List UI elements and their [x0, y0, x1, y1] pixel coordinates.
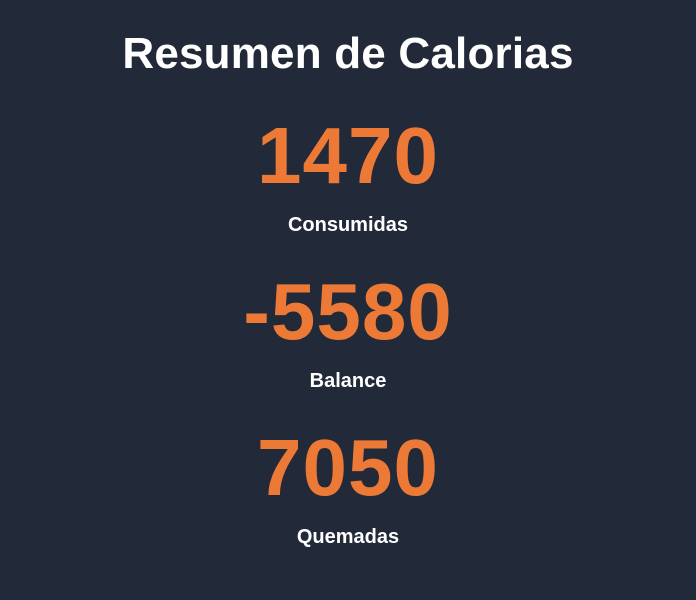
metric-burned: 7050 Quemadas	[257, 422, 439, 578]
balance-value: -5580	[243, 267, 453, 356]
balance-label: Balance	[309, 370, 387, 392]
metric-consumed: 1470 Consumidas	[257, 110, 439, 266]
consumed-label: Consumidas	[287, 214, 408, 236]
page-title: Resumen de Calorias	[122, 29, 574, 78]
consumed-value: 1470	[257, 111, 439, 200]
metric-list: 1470 Consumidas -5580 Balance 7050 Quema…	[243, 110, 453, 578]
burned-value: 7050	[257, 423, 439, 512]
metric-balance: -5580 Balance	[243, 266, 453, 422]
calorie-summary-panel: Resumen de Calorias 1470 Consumidas -558…	[0, 0, 696, 600]
burned-label: Quemadas	[296, 526, 400, 548]
